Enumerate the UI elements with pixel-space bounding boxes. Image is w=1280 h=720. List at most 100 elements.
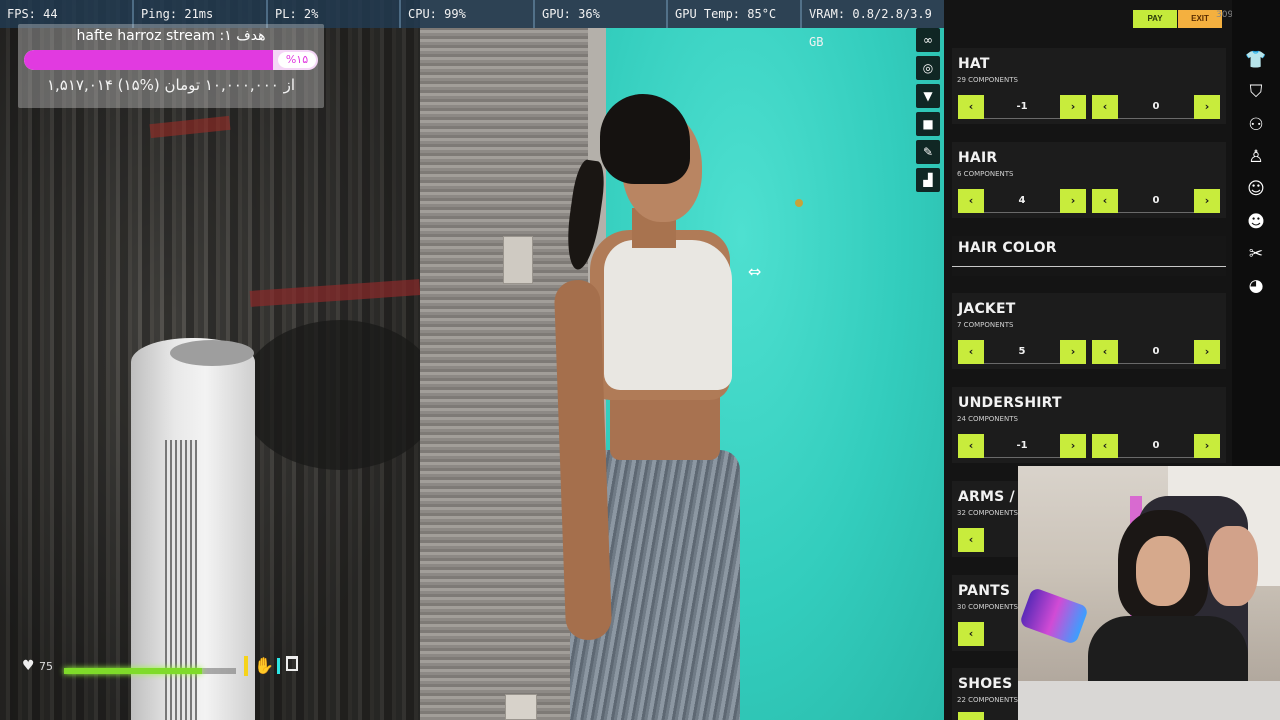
smile-icon[interactable]: ☺ [1244,177,1268,201]
clothing-quick-toggles: ∞ ◎ ▼ ■ ✎ ▟ [916,28,940,196]
donation-goal-widget: hafte harroz stream :هدف ۱ %۱۵ ۱,۵۱۷,۰۱۴… [18,24,324,108]
stepper-value[interactable]: -1 [984,95,1060,119]
section-count: 32 COMPONENTS [957,509,1018,517]
heater-top [170,340,254,366]
prev-button[interactable]: ‹ [958,95,984,119]
prev-button[interactable]: ‹ [958,434,984,458]
goal-amount: ۱,۵۱۷,۰۱۴ از ۱۰,۰۰۰,۰۰۰ تومان (%۱۵) [46,76,296,94]
brush-icon[interactable]: ✎ [916,140,940,164]
character-crop-top [604,240,732,390]
streamer-face [1136,536,1190,606]
microphone [1018,586,1090,646]
prev-button[interactable]: ‹ [1092,189,1118,213]
section-count: 29 COMPONENTS [957,76,1018,84]
prev-button[interactable]: ‹ [958,622,984,646]
hair-drawable-stepper: ‹ 4 › [958,189,1086,213]
stepper-value[interactable]: 0 [1118,434,1194,458]
section-jacket: JACKET 7 COMPONENTS ‹ 5 › ‹ 0 › [952,293,1226,369]
person-icon[interactable]: ♙ [1244,145,1268,169]
section-title: HAT [958,56,990,72]
mask-icon[interactable]: ∞ [916,28,940,52]
health-bar [64,668,236,674]
prev-button[interactable]: ‹ [1092,434,1118,458]
jacket-texture-stepper: ‹ 0 › [1092,340,1220,364]
next-button[interactable]: › [1060,189,1086,213]
goal-progress-fill [24,50,274,70]
next-button[interactable]: › [1194,189,1220,213]
bag-icon[interactable]: ■ [916,112,940,136]
prev-button[interactable]: ‹ [958,340,984,364]
section-hair-color[interactable]: HAIR COLOR [952,236,1226,276]
section-title: SHOES [958,676,1013,692]
vest-icon[interactable]: ⛉ [1244,80,1268,104]
stepper-value[interactable]: 0 [1118,189,1194,213]
section-title: JACKET [958,301,1016,317]
next-button[interactable]: › [1194,340,1220,364]
gpu-temp-readout: GPU Temp: 85°C [668,0,802,28]
palette-icon[interactable]: ◕ [1244,274,1268,298]
glasses-icon[interactable]: ◎ [916,56,940,80]
health-value: 75 [39,660,53,673]
face-icon[interactable]: ☻ [1244,210,1268,234]
streamer-hand [1208,526,1258,606]
health-bar-fill [64,668,202,674]
character-hair [600,94,690,184]
people-icon[interactable]: ⚇ [1244,113,1268,137]
next-button[interactable]: › [1060,95,1086,119]
prev-button[interactable]: ‹ [958,712,984,720]
streamer-webcam [1018,466,1280,720]
section-count: 6 COMPONENTS [957,170,1014,178]
cup-icon [286,656,298,671]
prev-button[interactable]: ‹ [958,528,984,552]
pay-button[interactable]: PAY [1133,10,1177,28]
goal-progress-bar [24,50,318,70]
stepper-value[interactable]: -1 [984,434,1060,458]
gpu-readout: GPU: 36% [535,0,668,28]
crosshair-dot [795,199,803,207]
shirt-icon[interactable]: ▼ [916,84,940,108]
stamina-marker [244,656,248,676]
stepper-value[interactable]: 4 [984,189,1060,213]
section-title: UNDERSHIRT [958,395,1062,411]
section-hair: HAIR 6 COMPONENTS ‹ 4 › ‹ 0 › [952,142,1226,218]
next-button[interactable]: › [1060,340,1086,364]
next-button[interactable]: › [1194,95,1220,119]
stepper-value[interactable]: 5 [984,340,1060,364]
hair-texture-stepper: ‹ 0 › [1092,189,1220,213]
stepper-value[interactable]: 0 [1118,340,1194,364]
player-character [553,90,760,720]
tshirt-icon[interactable]: 👕 [1244,48,1268,72]
section-count: 24 COMPONENTS [957,415,1018,423]
next-button[interactable]: › [1194,434,1220,458]
goal-percent-badge: %۱۵ [278,52,316,68]
heart-icon: ♥ [22,658,35,674]
player-hud: ♥ 75 ✋ [22,656,322,680]
desk [1018,681,1280,720]
hat-drawable-stepper: ‹ -1 › [958,95,1086,119]
section-title: PANTS [958,583,1011,599]
stepper-value[interactable]: 0 [1118,95,1194,119]
section-count: 22 COMPONENTS [957,696,1018,704]
prev-button[interactable]: ‹ [1092,95,1118,119]
hat-texture-stepper: ‹ 0 › [1092,95,1220,119]
undershirt-drawable-stepper: ‹ -1 › [958,434,1086,458]
cpu-readout: CPU: 99% [401,0,535,28]
section-title: HAIR COLOR [958,240,1057,256]
scissors-icon[interactable]: ✂ [1244,242,1268,266]
vram-readout: VRAM: 0.8/2.8/3.9 GB [802,0,960,49]
panel-header: PAY EXIT 3095) [944,0,1242,40]
undershirt-texture-stepper: ‹ 0 › [1092,434,1220,458]
section-title: ARMS / ( [958,489,1027,505]
shadow [240,320,440,470]
prev-button[interactable]: ‹ [958,189,984,213]
sock-icon[interactable]: ▟ [916,168,940,192]
game-scene: ⇔ [0,0,944,720]
divider [952,266,1226,267]
goal-title: hafte harroz stream :هدف ۱ [76,28,266,44]
jacket-drawable-stepper: ‹ 5 › [958,340,1086,364]
thirst-marker [277,658,280,674]
prev-button[interactable]: ‹ [1092,340,1118,364]
next-button[interactable]: › [1060,434,1086,458]
wall-outlet [505,694,537,720]
section-title: HAIR [958,150,998,166]
